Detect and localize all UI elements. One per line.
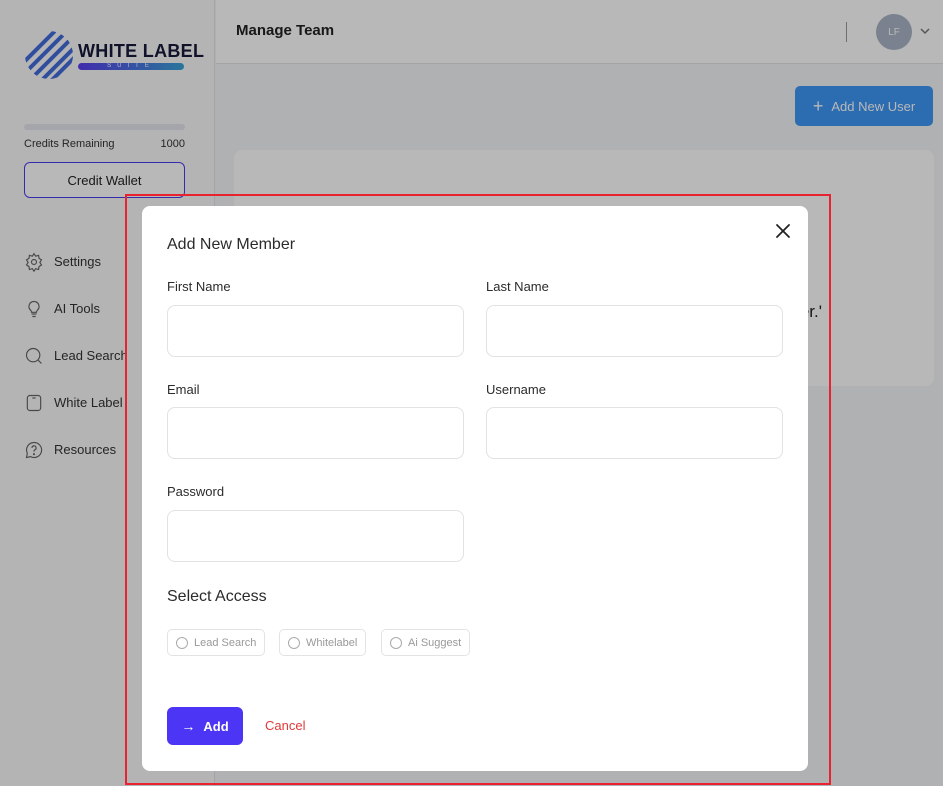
close-button[interactable] xyxy=(773,221,793,241)
modal-title: Add New Member xyxy=(167,236,296,253)
last-name-field[interactable] xyxy=(486,305,783,357)
access-option-ai-suggest[interactable]: Ai Suggest xyxy=(381,629,471,656)
access-option-label: Lead Search xyxy=(194,636,257,649)
email-label: Email xyxy=(167,382,200,397)
last-name-label: Last Name xyxy=(486,279,549,294)
radio-icon xyxy=(288,636,300,649)
radio-icon xyxy=(176,636,188,649)
access-option-lead-search[interactable]: Lead Search xyxy=(167,629,266,656)
access-option-label: Ai Suggest xyxy=(408,636,462,649)
select-access-title: Select Access xyxy=(167,588,267,605)
add-button-label: Add xyxy=(203,718,229,734)
add-member-modal: Add New Member First Name Last Name Emai… xyxy=(142,206,808,771)
username-label: Username xyxy=(486,382,546,397)
close-icon xyxy=(776,224,790,238)
password-label: Password xyxy=(167,484,225,499)
access-option-label: Whitelabel xyxy=(306,636,358,649)
arrow-right-icon: → xyxy=(181,718,196,734)
email-field[interactable] xyxy=(167,407,464,459)
add-button[interactable]: → Add xyxy=(167,707,243,745)
cancel-button[interactable]: Cancel xyxy=(265,718,305,733)
first-name-field[interactable] xyxy=(167,305,464,357)
radio-icon xyxy=(390,636,402,649)
username-field[interactable] xyxy=(486,407,783,459)
access-option-whitelabel[interactable]: Whitelabel xyxy=(279,629,367,656)
first-name-label: First Name xyxy=(167,279,231,294)
password-field[interactable] xyxy=(167,510,464,562)
